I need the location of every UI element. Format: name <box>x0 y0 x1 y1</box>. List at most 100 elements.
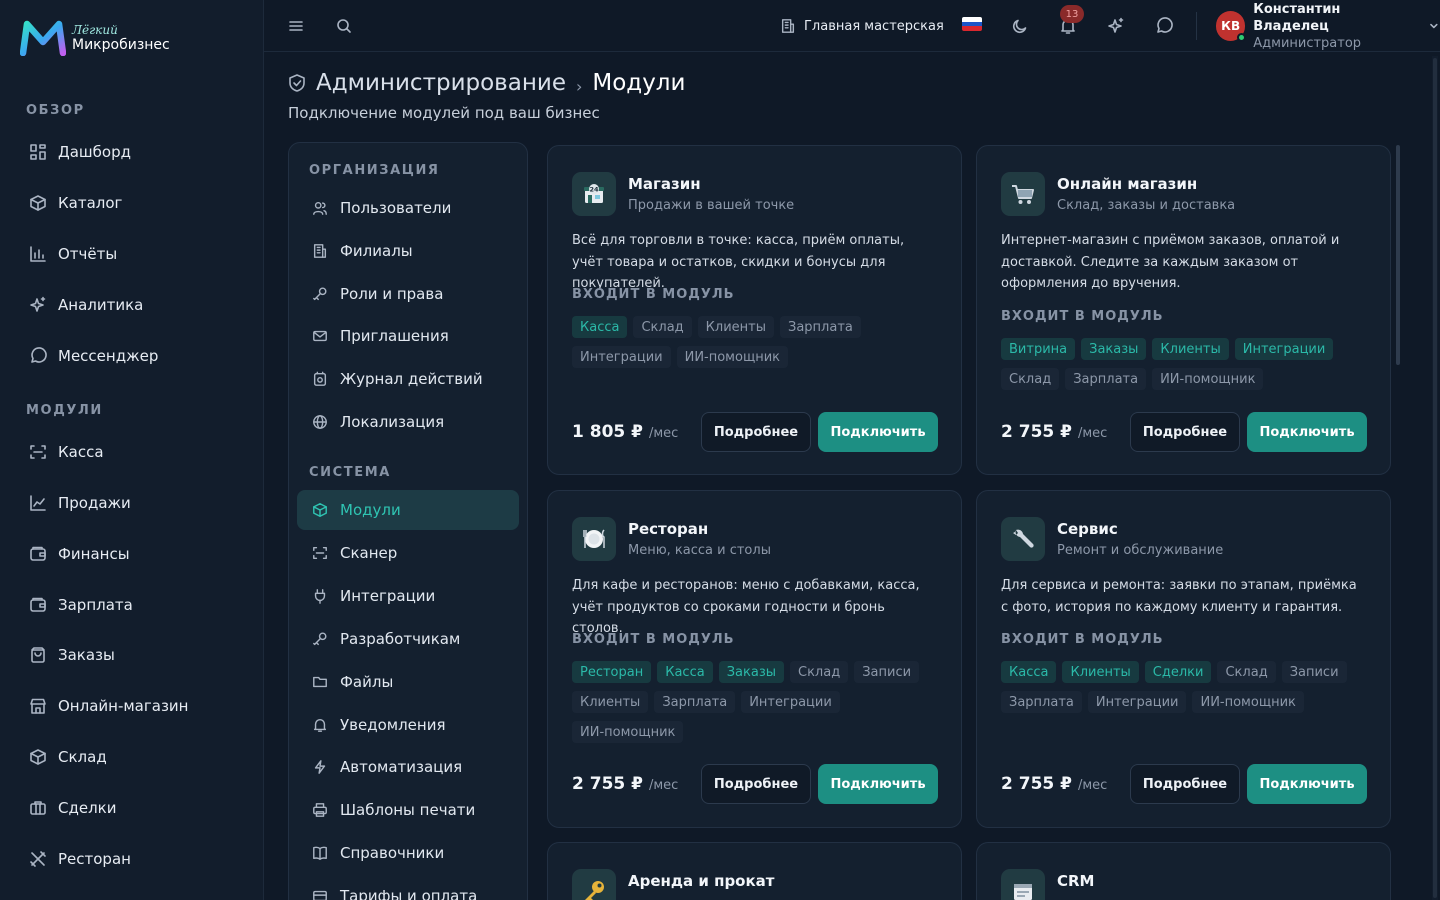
nav-item-label: Зарплата <box>58 596 133 614</box>
module-tag: Интеграции <box>572 346 671 368</box>
settings-item-automation[interactable]: Автоматизация <box>297 747 519 787</box>
module-tag: Склад <box>633 316 692 338</box>
module-tags: Витрина Заказы Клиенты Интеграции Склад … <box>1001 338 1371 390</box>
nav-item-label: Мессенджер <box>58 347 159 365</box>
settings-item-label: Локализация <box>340 413 445 431</box>
module-details-button[interactable]: Подробнее <box>1130 412 1240 452</box>
crm-icon <box>1001 869 1045 900</box>
settings-item-developers[interactable]: Разработчикам <box>297 619 519 659</box>
utensils-icon <box>28 849 48 869</box>
nav-item-label: Продажи <box>58 494 131 512</box>
nav-item-messenger[interactable]: Мессенджер <box>28 344 158 368</box>
settings-item-label: Приглашения <box>340 327 449 345</box>
module-tag: Зарплата <box>1065 368 1147 390</box>
settings-item-label: Уведомления <box>340 716 446 734</box>
module-tag: Зарплата <box>654 691 736 713</box>
nav-item-online-store[interactable]: Онлайн-магазин <box>28 694 188 718</box>
key-icon <box>311 285 329 303</box>
module-connect-button[interactable]: Подключить <box>818 412 938 452</box>
card-icon <box>311 887 329 900</box>
breadcrumb-admin[interactable]: Администрирование <box>316 70 566 96</box>
theme-toggle-button[interactable] <box>1008 14 1032 38</box>
module-details-button[interactable]: Подробнее <box>701 412 811 452</box>
svg-text:24: 24 <box>589 186 599 194</box>
settings-item-localization[interactable]: Локализация <box>297 402 519 442</box>
settings-item-label: Пользователи <box>340 199 452 217</box>
settings-item-directories[interactable]: Справочники <box>297 833 519 873</box>
settings-item-notifications[interactable]: Уведомления <box>297 705 519 745</box>
chat-button[interactable] <box>1152 14 1176 38</box>
brand-logo[interactable]: Лёгкий Микробизнес <box>20 20 170 56</box>
module-connect-button[interactable]: Подключить <box>1247 764 1367 804</box>
module-tag: Клиенты <box>1152 338 1229 360</box>
building-icon <box>311 242 329 260</box>
module-price: 1 805 ₽ /мес <box>572 422 678 442</box>
nav-item-dashboard[interactable]: Дашборд <box>28 140 131 164</box>
sparkles-icon <box>1108 17 1124 33</box>
nav-item-label: Дашборд <box>58 143 131 161</box>
settings-item-print-templates[interactable]: Шаблоны печати <box>297 790 519 830</box>
content-scrollbar[interactable] <box>1396 145 1400 365</box>
settings-item-label: Сканер <box>340 544 398 562</box>
mail-icon <box>311 327 329 345</box>
nav-item-sales[interactable]: Продажи <box>28 491 131 515</box>
settings-menu: ОРГАНИЗАЦИЯ Пользователи Филиалы Роли и … <box>288 142 528 900</box>
module-connect-button[interactable]: Подключить <box>818 764 938 804</box>
module-connect-button[interactable]: Подключить <box>1247 412 1367 452</box>
module-title: Онлайн магазин <box>1057 175 1198 193</box>
module-included-heading: ВХОДИТ В МОДУЛЬ <box>572 632 735 647</box>
module-title: Магазин <box>628 175 701 193</box>
nav-item-orders[interactable]: Заказы <box>28 643 115 667</box>
menu-toggle-button[interactable] <box>284 14 308 38</box>
module-tag: Склад <box>790 661 849 683</box>
settings-item-label: Автоматизация <box>340 758 463 776</box>
settings-item-branches[interactable]: Филиалы <box>297 231 519 271</box>
nav-item-finance[interactable]: Финансы <box>28 542 130 566</box>
settings-item-invitations[interactable]: Приглашения <box>297 316 519 356</box>
module-price-amount: 2 755 ₽ <box>1001 422 1072 442</box>
messenger-icon <box>28 346 48 366</box>
settings-item-scanner[interactable]: Сканер <box>297 533 519 573</box>
language-flag-ru[interactable] <box>962 17 982 31</box>
module-tag: Записи <box>854 661 920 683</box>
nav-item-restaurant[interactable]: Ресторан <box>28 847 131 871</box>
settings-item-roles[interactable]: Роли и права <box>297 274 519 314</box>
workshop-selector[interactable]: Главная мастерская <box>780 14 944 38</box>
nav-item-deals[interactable]: Сделки <box>28 796 116 820</box>
module-details-button[interactable]: Подробнее <box>701 764 811 804</box>
module-price-amount: 2 755 ₽ <box>572 774 643 794</box>
module-tag: Зарплата <box>1001 691 1082 713</box>
nav-section-overview: ОБЗОР <box>26 103 85 118</box>
settings-item-integrations[interactable]: Интеграции <box>297 576 519 616</box>
settings-item-activity-log[interactable]: Журнал действий <box>297 359 519 399</box>
user-menu[interactable]: КВ Константин Владелец Администратор <box>1216 2 1440 51</box>
settings-item-files[interactable]: Файлы <box>297 662 519 702</box>
module-title: CRM <box>1057 872 1095 890</box>
module-tag: Склад <box>1001 368 1060 390</box>
reports-icon <box>28 244 48 264</box>
search-button[interactable] <box>332 14 356 38</box>
ai-assistant-button[interactable] <box>1104 14 1128 38</box>
page-scrollbar-thumb[interactable] <box>1433 58 1437 898</box>
notifications-count-badge: 13 <box>1060 5 1084 23</box>
nav-item-analytics[interactable]: Аналитика <box>28 293 143 317</box>
module-tags: Касса Клиенты Сделки Склад Записи Зарпла… <box>1001 661 1371 713</box>
settings-item-users[interactable]: Пользователи <box>297 188 519 228</box>
brand-name: Микробизнес <box>72 37 170 53</box>
settings-item-modules[interactable]: Модули <box>297 490 519 530</box>
folder-icon <box>311 673 329 691</box>
page-header: Администрирование › Модули <box>288 70 685 96</box>
module-details-button[interactable]: Подробнее <box>1130 764 1240 804</box>
nav-item-cashier[interactable]: Касса <box>28 440 104 464</box>
nav-item-label: Отчёты <box>58 245 118 263</box>
nav-item-reports[interactable]: Отчёты <box>28 242 117 266</box>
module-subtitle: Ремонт и обслуживание <box>1057 543 1224 558</box>
settings-item-billing[interactable]: Тарифы и оплата <box>297 876 519 900</box>
nav-item-warehouse[interactable]: Склад <box>28 745 107 769</box>
module-tag: Клиенты <box>1062 661 1139 683</box>
nav-item-salary[interactable]: Зарплата <box>28 593 133 617</box>
box-icon <box>28 747 48 767</box>
nav-item-catalog[interactable]: Каталог <box>28 191 122 215</box>
settings-item-label: Файлы <box>340 673 394 691</box>
chat-icon <box>1157 17 1173 33</box>
